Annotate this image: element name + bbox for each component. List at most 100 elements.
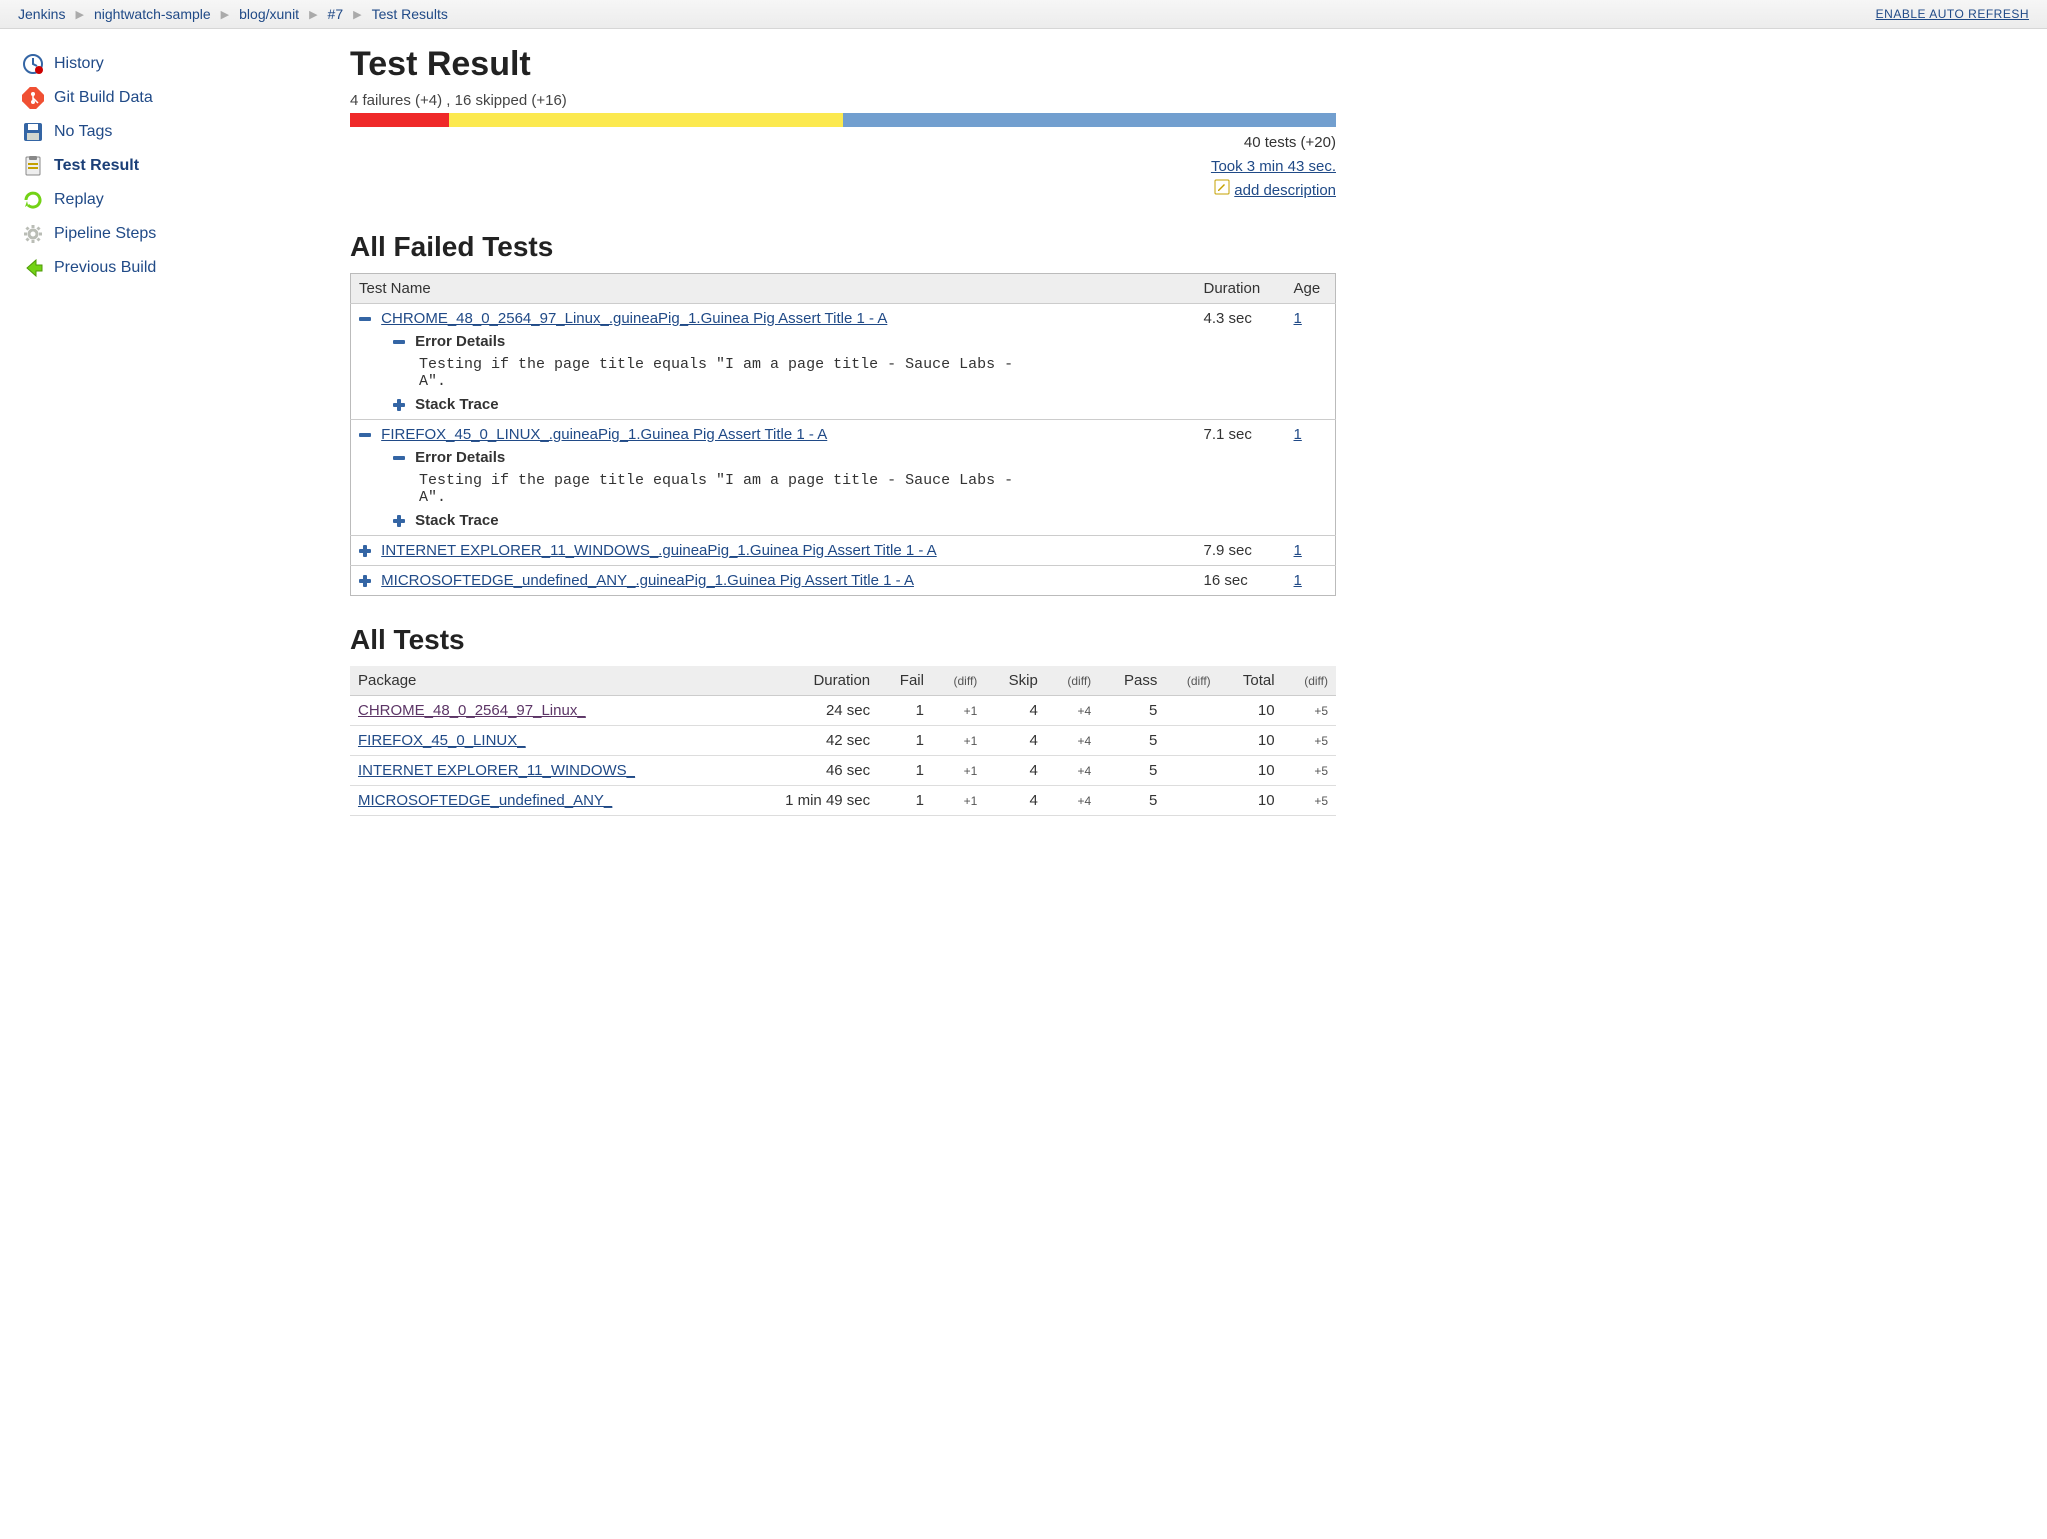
- expand-icon[interactable]: [393, 398, 407, 412]
- git-icon: [22, 87, 44, 109]
- col-duration: Duration: [1196, 274, 1286, 304]
- collapse-icon[interactable]: [359, 312, 373, 326]
- package-link[interactable]: MICROSOFTEDGE_undefined_ANY_: [358, 792, 612, 809]
- duration-link[interactable]: Took 3 min 43 sec.: [1211, 158, 1336, 175]
- summary-line: 4 failures (+4) , 16 skipped (+16): [350, 92, 1336, 109]
- collapse-icon[interactable]: [393, 451, 407, 465]
- failed-test-duration: 7.1 sec: [1196, 420, 1286, 536]
- summary-meta: 40 tests (+20) Took 3 min 43 sec. add de…: [350, 131, 1336, 203]
- col-fail: Fail: [878, 666, 932, 696]
- breadcrumb-item[interactable]: Test Results: [372, 6, 448, 22]
- sidebar-item-pipeline-steps[interactable]: Pipeline Steps: [18, 217, 330, 251]
- history-icon: [22, 53, 44, 75]
- breadcrumb-separator: ▶: [309, 8, 317, 21]
- breadcrumb-separator: ▶: [221, 8, 229, 21]
- sidebar-item-test-result[interactable]: Test Result: [18, 149, 330, 183]
- all-tests-row: MICROSOFTEDGE_undefined_ANY_1 min 49 sec…: [350, 786, 1336, 816]
- failed-test-row: FIREFOX_45_0_LINUX_.guineaPig_1.Guinea P…: [351, 420, 1336, 536]
- sidebar-item-label: No Tags: [54, 123, 112, 141]
- col-duration2: Duration: [743, 666, 878, 696]
- failed-test-age-link[interactable]: 1: [1294, 310, 1302, 327]
- error-message: Testing if the page title equals "I am a…: [393, 350, 1043, 396]
- breadcrumb-item[interactable]: nightwatch-sample: [94, 6, 211, 22]
- edit-icon: [1214, 179, 1230, 203]
- sidebar-item-no-tags[interactable]: No Tags: [18, 115, 330, 149]
- sidebar-item-label: History: [54, 55, 104, 73]
- failed-test-link[interactable]: MICROSOFTEDGE_undefined_ANY_.guineaPig_1…: [381, 572, 914, 589]
- stack-trace-label: Stack Trace: [415, 396, 498, 413]
- expand-icon[interactable]: [359, 574, 373, 588]
- sidebar-item-label: Test Result: [54, 157, 139, 175]
- replay-icon: [22, 189, 44, 211]
- failed-test-age-link[interactable]: 1: [1294, 426, 1302, 443]
- failed-test-link[interactable]: CHROME_48_0_2564_97_Linux_.guineaPig_1.G…: [381, 310, 887, 327]
- col-age: Age: [1286, 274, 1336, 304]
- breadcrumb-separator: ▶: [353, 8, 361, 21]
- failed-test-row: INTERNET EXPLORER_11_WINDOWS_.guineaPig_…: [351, 536, 1336, 566]
- sidebar: History Git Build Data No Tags Test Result R…: [0, 29, 340, 856]
- failed-test-age-link[interactable]: 1: [1294, 542, 1302, 559]
- collapse-icon[interactable]: [393, 335, 407, 349]
- package-link[interactable]: FIREFOX_45_0_LINUX_: [358, 732, 526, 749]
- failed-test-link[interactable]: INTERNET EXPLORER_11_WINDOWS_.guineaPig_…: [381, 542, 937, 559]
- failed-test-link[interactable]: FIREFOX_45_0_LINUX_.guineaPig_1.Guinea P…: [381, 426, 827, 443]
- progress-skip-segment: [449, 113, 843, 127]
- all-tests-row: CHROME_48_0_2564_97_Linux_24 sec1+14+451…: [350, 696, 1336, 726]
- package-link[interactable]: INTERNET EXPLORER_11_WINDOWS_: [358, 762, 635, 779]
- breadcrumb: Jenkins ▶ nightwatch-sample ▶ blog/xunit ▶ #7 ▶…: [18, 6, 448, 22]
- failed-test-age-link[interactable]: 1: [1294, 572, 1302, 589]
- col-fail-diff: (diff): [932, 666, 985, 696]
- enable-auto-refresh-link[interactable]: ENABLE AUTO REFRESH: [1876, 7, 2029, 21]
- error-details-label: Error Details: [415, 333, 505, 350]
- all-tests-table: Package Duration Fail (diff) Skip (diff)…: [350, 666, 1336, 816]
- clipboard-icon: [22, 155, 44, 177]
- failed-test-row: CHROME_48_0_2564_97_Linux_.guineaPig_1.G…: [351, 304, 1336, 420]
- tests-total: 40 tests (+20): [350, 131, 1336, 155]
- sidebar-item-replay[interactable]: Replay: [18, 183, 330, 217]
- error-message: Testing if the page title equals "I am a…: [393, 466, 1043, 512]
- sidebar-item-label: Git Build Data: [54, 89, 153, 107]
- breadcrumb-item[interactable]: #7: [328, 6, 344, 22]
- sidebar-item-label: Replay: [54, 191, 104, 209]
- failed-test-row: MICROSOFTEDGE_undefined_ANY_.guineaPig_1…: [351, 566, 1336, 596]
- breadcrumb-item[interactable]: Jenkins: [18, 6, 65, 22]
- failed-tests-table: Test Name Duration Age CHROME_48_0_2564_…: [350, 273, 1336, 596]
- error-details-label: Error Details: [415, 449, 505, 466]
- col-total: Total: [1219, 666, 1283, 696]
- breadcrumb-item[interactable]: blog/xunit: [239, 6, 299, 22]
- expand-icon[interactable]: [359, 544, 373, 558]
- result-progress-bar: [350, 113, 1336, 127]
- all-tests-heading: All Tests: [350, 624, 1336, 656]
- col-test-name: Test Name: [351, 274, 1196, 304]
- sidebar-item-label: Pipeline Steps: [54, 225, 156, 243]
- col-skip: Skip: [985, 666, 1046, 696]
- expand-icon[interactable]: [393, 514, 407, 528]
- arrow-left-icon: [22, 257, 44, 279]
- failed-test-duration: 4.3 sec: [1196, 304, 1286, 420]
- sidebar-item-label: Previous Build: [54, 259, 156, 277]
- breadcrumb-bar: Jenkins ▶ nightwatch-sample ▶ blog/xunit ▶ #7 ▶…: [0, 0, 2047, 29]
- collapse-icon[interactable]: [359, 428, 373, 442]
- progress-pass-segment: [843, 113, 1336, 127]
- all-tests-row: INTERNET EXPLORER_11_WINDOWS_46 sec1+14+…: [350, 756, 1336, 786]
- sidebar-item-previous-build[interactable]: Previous Build: [18, 251, 330, 285]
- col-skip-diff: (diff): [1046, 666, 1099, 696]
- col-pass-diff: (diff): [1165, 666, 1218, 696]
- col-pass: Pass: [1099, 666, 1165, 696]
- gear-icon: [22, 223, 44, 245]
- failed-test-duration: 16 sec: [1196, 566, 1286, 596]
- failed-test-duration: 7.9 sec: [1196, 536, 1286, 566]
- col-total-diff: (diff): [1283, 666, 1336, 696]
- package-link[interactable]: CHROME_48_0_2564_97_Linux_: [358, 702, 586, 719]
- progress-fail-segment: [350, 113, 449, 127]
- sidebar-item-git-build-data[interactable]: Git Build Data: [18, 81, 330, 115]
- all-tests-row: FIREFOX_45_0_LINUX_42 sec1+14+4510+5: [350, 726, 1336, 756]
- page-title: Test Result: [350, 45, 1336, 84]
- stack-trace-label: Stack Trace: [415, 512, 498, 529]
- add-description-link[interactable]: add description: [1234, 179, 1336, 203]
- sidebar-item-history[interactable]: History: [18, 47, 330, 81]
- save-icon: [22, 121, 44, 143]
- col-package: Package: [350, 666, 743, 696]
- main-content: Test Result 4 failures (+4) , 16 skipped…: [340, 29, 1360, 856]
- breadcrumb-separator: ▶: [75, 8, 83, 21]
